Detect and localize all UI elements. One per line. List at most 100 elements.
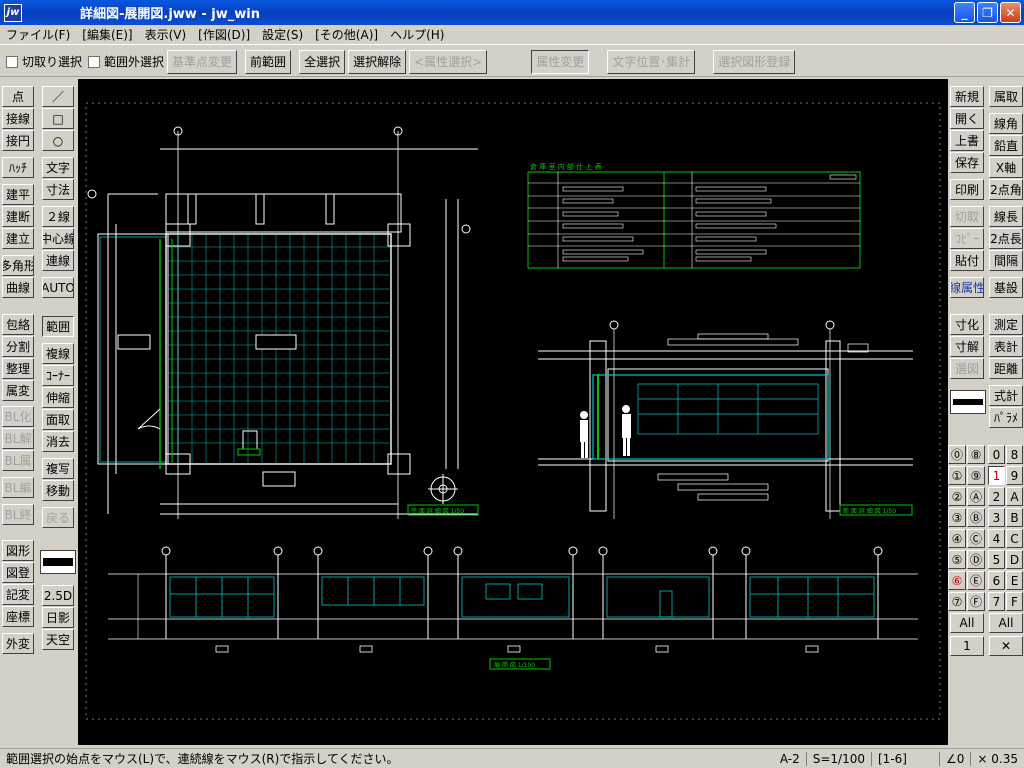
deselect-button[interactable]: 選択解除	[348, 49, 407, 74]
menu-view[interactable]: 表示(V)	[139, 26, 193, 43]
status-factor[interactable]: × 0.35	[970, 751, 1024, 766]
select-all-button[interactable]: 全選択	[299, 49, 346, 74]
tool-block-explode[interactable]: BL解	[2, 428, 34, 449]
tool-build-plan[interactable]: 建平	[2, 184, 34, 205]
right-line-swatch[interactable]	[950, 390, 986, 414]
tool-continuous-line[interactable]: 連線	[42, 250, 74, 271]
tool-table-calc[interactable]: 表計	[989, 336, 1023, 357]
layer-group-e[interactable]: Ⓔ	[967, 571, 985, 590]
tool-tidy[interactable]: 整理	[2, 358, 34, 379]
layer-all-button[interactable]: All	[989, 613, 1023, 633]
layer-1[interactable]: 1	[988, 466, 1005, 485]
tool-attr-change[interactable]: 属変	[2, 380, 34, 401]
tool-rectangle[interactable]: □	[42, 108, 74, 129]
tool-two-point-angle[interactable]: 2点角	[989, 179, 1023, 200]
tool-open[interactable]: 開く	[950, 108, 984, 129]
menu-other[interactable]: [その他(A)]	[309, 26, 384, 43]
tool-curve[interactable]: 曲線	[2, 277, 34, 298]
menu-edit[interactable]: [編集(E)]	[76, 26, 138, 43]
tool-sky[interactable]: 天空	[42, 629, 74, 650]
tool-shadow[interactable]: 日影	[42, 607, 74, 628]
tool-cut[interactable]: 切取	[950, 206, 984, 227]
layer-7[interactable]: 7	[988, 592, 1005, 611]
cut-select-checkbox[interactable]: 切取り選択	[6, 53, 82, 70]
checkbox-box[interactable]	[88, 55, 101, 68]
tool-center-line[interactable]: 中心線	[42, 228, 74, 249]
tool-text[interactable]: 文字	[42, 157, 74, 178]
tool-figure[interactable]: 図形	[2, 540, 34, 561]
menu-help[interactable]: ヘルプ(H)	[384, 26, 450, 43]
tool-circle[interactable]: ○	[42, 130, 74, 151]
tool-extend[interactable]: 伸縮	[42, 387, 74, 408]
tool-figure-register[interactable]: 図登	[2, 562, 34, 583]
layer-f[interactable]: F	[1006, 592, 1023, 611]
tool-block-end[interactable]: BL終	[2, 504, 34, 525]
tool-x-axis[interactable]: X軸	[989, 157, 1023, 178]
layer-4[interactable]: 4	[988, 529, 1005, 548]
layer-group-b[interactable]: Ⓑ	[967, 508, 985, 527]
tool-interval[interactable]: 間隔	[989, 250, 1023, 271]
layer-6[interactable]: 6	[988, 571, 1005, 590]
layer-group-9[interactable]: ⑨	[967, 466, 985, 485]
tool-vertical[interactable]: 鉛直	[989, 135, 1023, 156]
tool-block-edit[interactable]: BL編	[2, 477, 34, 498]
status-angle[interactable]: ∠0	[939, 751, 970, 766]
title-bar[interactable]: jw 詳細図-展開図.jww - jw_win _ ❐ ✕	[0, 0, 1024, 25]
layer-group-4[interactable]: ④	[948, 529, 966, 548]
tool-line-attr[interactable]: 線属性	[950, 277, 984, 298]
tool-external-change[interactable]: 外変	[2, 633, 34, 654]
layer-group-0[interactable]: ⓪	[948, 445, 966, 464]
tool-parameter[interactable]: ﾊﾟﾗﾒ	[989, 407, 1023, 428]
tool-undo[interactable]: 戻る	[42, 507, 74, 528]
layer-group-2[interactable]: ②	[948, 487, 966, 506]
tool-move[interactable]: 移動	[42, 480, 74, 501]
tool-line[interactable]: ／	[42, 86, 74, 107]
menu-draw[interactable]: [作図(D)]	[192, 26, 256, 43]
tool-mark-change[interactable]: 記変	[2, 584, 34, 605]
tool-2-5d[interactable]: 2.5D	[42, 585, 74, 606]
tool-erase[interactable]: 消去	[42, 431, 74, 452]
layer-close-icon[interactable]: ✕	[989, 636, 1023, 656]
tool-chamfer[interactable]: 面取	[42, 409, 74, 430]
app-icon[interactable]: jw	[4, 3, 22, 22]
tool-build-elevation[interactable]: 建立	[2, 228, 34, 249]
layer-9[interactable]: 9	[1006, 466, 1023, 485]
layer-d[interactable]: D	[1006, 550, 1023, 569]
layer-b[interactable]: B	[1006, 508, 1023, 527]
drawing-canvas[interactable]: 平 面 詳 細 図 1/50 倉 庫 室 内 部 仕 上 表 断 面 詳 細 図…	[78, 79, 948, 745]
tool-base-settings[interactable]: 基設	[989, 277, 1023, 298]
tool-corner[interactable]: ｺｰﾅｰ	[42, 365, 74, 386]
tool-envelope[interactable]: 包絡	[2, 314, 34, 335]
tool-paste[interactable]: 貼付	[950, 250, 984, 271]
tool-auto[interactable]: AUTO	[42, 277, 74, 298]
attr-select-button[interactable]: <属性選択>	[409, 49, 488, 74]
tool-point[interactable]: 点	[2, 86, 34, 107]
menu-settings[interactable]: 設定(S)	[256, 26, 309, 43]
minimize-button[interactable]: _	[954, 2, 975, 23]
layer-group-6[interactable]: ⑥	[948, 571, 966, 590]
tool-polygon[interactable]: 多角形	[2, 255, 34, 276]
status-paper[interactable]: A-2	[774, 752, 806, 766]
tool-tangent-circle[interactable]: 接円	[2, 130, 34, 151]
tool-line-length[interactable]: 線長	[989, 206, 1023, 227]
tool-overwrite[interactable]: 上書	[950, 130, 984, 151]
tool-build-section[interactable]: 建断	[2, 206, 34, 227]
maximize-button[interactable]: ❐	[977, 2, 998, 23]
status-scale[interactable]: S=1/100	[805, 751, 871, 766]
checkbox-box[interactable]	[6, 55, 18, 68]
layer-3[interactable]: 3	[988, 508, 1005, 527]
layer-a[interactable]: A	[1006, 487, 1023, 506]
layer-group-7[interactable]: ⑦	[948, 592, 966, 611]
attr-change-button[interactable]: 属性変更	[531, 49, 590, 74]
layer-group-5[interactable]: ⑤	[948, 550, 966, 569]
layer-group-c[interactable]: Ⓒ	[967, 529, 985, 548]
tool-coordinates[interactable]: 座標	[2, 606, 34, 627]
status-layer[interactable]: [1-6]	[871, 751, 939, 766]
prev-range-button[interactable]: 前範囲	[245, 49, 292, 74]
close-button[interactable]: ✕	[1000, 2, 1021, 23]
layer-c[interactable]: C	[1006, 529, 1023, 548]
layer-0[interactable]: 0	[988, 445, 1005, 464]
tool-double-line[interactable]: ２線	[42, 206, 74, 227]
layer-group-d[interactable]: Ⓓ	[967, 550, 985, 569]
tool-save[interactable]: 保存	[950, 152, 984, 173]
